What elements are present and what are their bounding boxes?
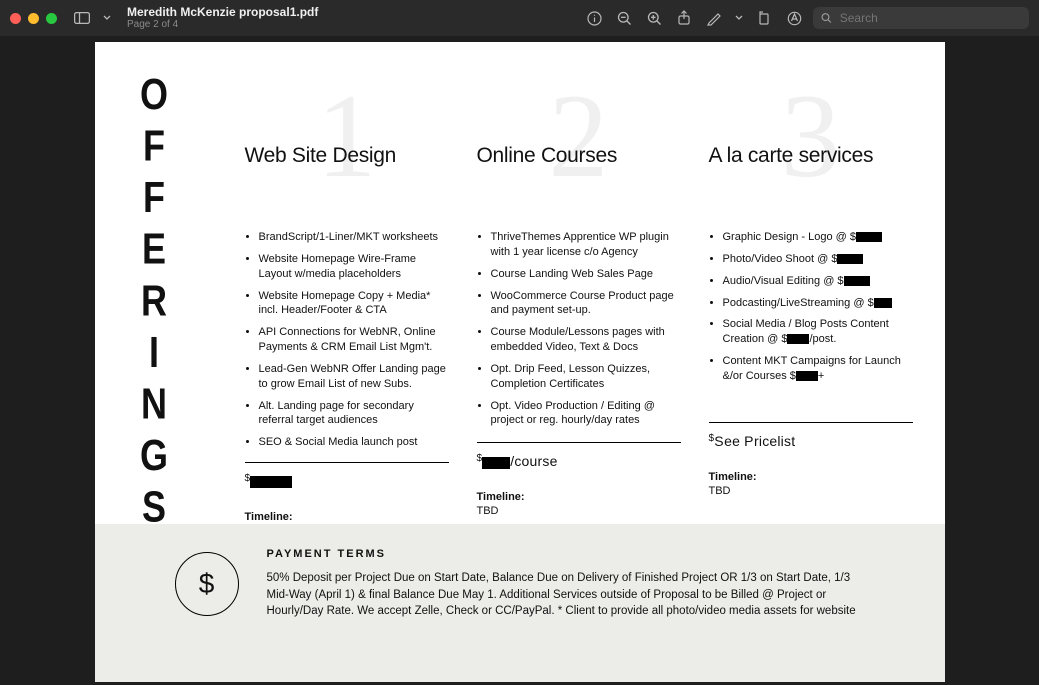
price-text: $See Pricelist [709,433,913,449]
window-controls [10,13,57,24]
list-item: Alt. Landing page for secondary referral… [259,399,449,429]
rotate-button[interactable] [753,7,775,29]
list-item: SEO & Social Media launch post [259,435,449,450]
column-number: 3 [781,76,841,196]
payment-terms-section: $ PAYMENT TERMS 50% Deposit per Project … [95,524,945,682]
redacted-price [482,457,510,469]
list-item: Opt. Video Production / Editing @ projec… [491,399,681,429]
column-number: 1 [317,76,377,196]
column-number: 2 [549,76,609,196]
list-item: Audio/Visual Editing @ $ [723,274,913,289]
minimize-window-button[interactable] [28,13,39,24]
price: $ [245,473,449,489]
document-title: Meredith McKenzie proposal1.pdf [127,6,318,19]
payment-terms-body: 50% Deposit per Project Due on Start Dat… [267,570,867,620]
divider [709,422,913,423]
document-title-block: Meredith McKenzie proposal1.pdf Page 2 o… [127,6,318,30]
column-title: Web Site Design [245,144,449,168]
column-items: ThriveThemes Apprentice WP plugin with 1… [477,230,681,428]
price: $/course [477,453,681,469]
timeline-value: TBD [477,505,681,517]
payment-terms-title: PAYMENT TERMS [267,548,905,560]
column-items: BrandScript/1-Liner/MKT worksheets Websit… [245,230,449,450]
zoom-out-button[interactable] [613,7,635,29]
list-item: Content MKT Campaigns for Launch &/or Co… [723,354,913,384]
info-button[interactable] [583,7,605,29]
list-item: API Connections for WebNR, Online Paymen… [259,325,449,355]
markup-button[interactable] [703,7,725,29]
search-field[interactable] [813,7,1029,29]
list-item: Website Homepage Copy + Media* incl. Hea… [259,289,449,319]
column-items: Graphic Design - Logo @ $ Photo/Video Sho… [709,230,913,384]
list-item: Website Homepage Wire-Frame Layout w/med… [259,252,449,282]
zoom-in-button[interactable] [643,7,665,29]
redacted-price [874,298,892,308]
redacted-price [796,371,818,381]
list-item: BrandScript/1-Liner/MKT worksheets [259,230,449,245]
list-item: Photo/Video Shoot @ $ [723,252,913,267]
sidebar-menu-chevron-icon[interactable] [101,7,113,29]
divider [477,442,681,443]
list-item: Course Landing Web Sales Page [491,267,681,282]
list-item: Course Module/Lessons pages with embedde… [491,325,681,355]
list-item: Lead-Gen WebNR Offer Landing page to gro… [259,362,449,392]
search-input[interactable] [838,10,1021,26]
markup-menu-chevron-icon[interactable] [733,7,745,29]
search-icon [821,12,832,24]
page-indicator: Page 2 of 4 [127,19,318,30]
redacted-price [844,276,870,286]
offering-column-1: 1 Web Site Design BrandScript/1-Liner/MK… [245,90,449,537]
offering-column-3: 3 A la carte services Graphic Design - L… [709,90,913,537]
list-item: Social Media / Blog Posts Content Creati… [723,317,913,347]
offering-column-2: 2 Online Courses ThriveThemes Apprentice… [477,90,681,537]
list-item: Podcasting/LiveStreaming @ $ [723,296,913,311]
redacted-price [250,476,292,488]
dollar-icon: $ [175,552,239,616]
timeline-label: Timeline: [245,511,449,523]
section-heading-offerings: OFFERINGS [133,108,175,495]
share-button[interactable] [673,7,695,29]
sidebar-toggle-button[interactable] [71,7,93,29]
timeline-label: Timeline: [709,471,913,483]
document-viewport[interactable]: OFFERINGS 1 Web Site Design BrandScript/… [0,36,1039,685]
timeline-label: Timeline: [477,491,681,503]
redacted-price [787,334,809,344]
zoom-window-button[interactable] [46,13,57,24]
redacted-price [856,232,882,242]
column-title: Online Courses [477,144,681,168]
list-item: Graphic Design - Logo @ $ [723,230,913,245]
pdf-page: OFFERINGS 1 Web Site Design BrandScript/… [95,42,945,682]
list-item: ThriveThemes Apprentice WP plugin with 1… [491,230,681,260]
divider [245,462,449,463]
offerings-columns: 1 Web Site Design BrandScript/1-Liner/MK… [245,90,913,537]
list-item: WooCommerce Course Product page and paym… [491,289,681,319]
timeline-value: TBD [709,485,913,497]
list-item: Opt. Drip Feed, Lesson Quizzes, Completi… [491,362,681,392]
column-title: A la carte services [709,144,913,168]
highlight-button[interactable] [783,7,805,29]
redacted-price [837,254,863,264]
titlebar: Meredith McKenzie proposal1.pdf Page 2 o… [0,0,1039,36]
close-window-button[interactable] [10,13,21,24]
